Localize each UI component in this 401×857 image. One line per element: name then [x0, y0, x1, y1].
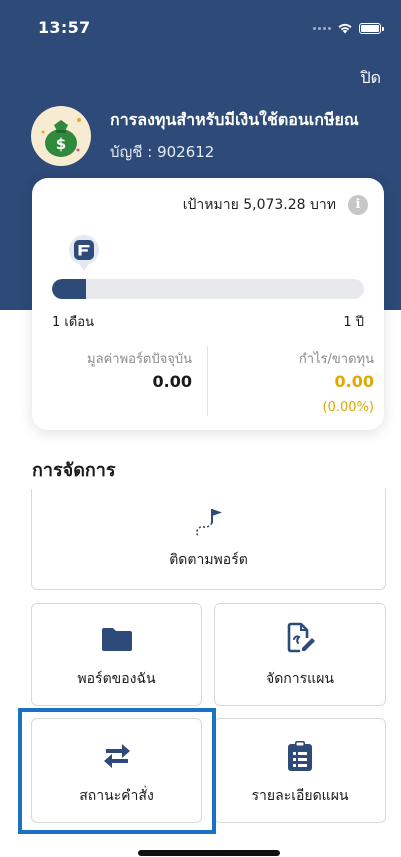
progress-start-label: 1 เดือน: [52, 315, 94, 330]
section-title: การจัดการ: [32, 460, 116, 481]
clipboard-list-icon: [288, 741, 312, 771]
profit-loss-value: 0.00: [334, 372, 374, 391]
folder-icon: [101, 628, 132, 651]
status-bar: 13:57: [0, 0, 401, 56]
home-indicator: [138, 850, 280, 856]
summary-card: เป้าหมาย 5,073.28 บาท i 1 เดือน 1 ปี มูล…: [32, 178, 384, 430]
progress-bar: [52, 279, 364, 299]
battery-icon: [359, 22, 384, 34]
manage-plan-button[interactable]: จัดการแผน: [214, 603, 386, 706]
plan-details-label: รายละเอียดแผน: [251, 788, 349, 804]
edit-document-icon: [287, 622, 315, 653]
profit-loss-percent: (0.00%): [322, 400, 374, 415]
progress-end-label: 1 ปี: [343, 315, 364, 330]
plan-avatar: $: [31, 106, 91, 166]
plan-details-button[interactable]: รายละเอียดแผน: [214, 718, 386, 823]
plan-title: การลงทุนสำหรับมีเงินใช้ตอนเกษียณ: [110, 110, 359, 129]
stat-divider: [207, 346, 208, 416]
my-portfolio-label: พอร์ตของฉัน: [77, 671, 156, 687]
svg-text:$: $: [56, 135, 66, 153]
target-row: เป้าหมาย 5,073.28 บาท i: [183, 194, 368, 216]
money-bag-icon: $: [41, 118, 81, 157]
signal-icon: [313, 26, 331, 30]
order-status-label: สถานะคำสั่ง: [79, 788, 154, 804]
account-number: บัญชี : 902612: [110, 143, 215, 161]
wifi-icon: [338, 23, 352, 34]
status-icons: [313, 22, 384, 34]
profit-loss-label: กำไร/ขาดทุน: [298, 352, 374, 367]
track-portfolio-button[interactable]: ติดตามพอร์ต: [31, 489, 386, 590]
current-value: 0.00: [152, 372, 192, 391]
order-status-button[interactable]: สถานะคำสั่ง: [31, 718, 202, 823]
track-portfolio-label: ติดตามพอร์ต: [169, 552, 248, 568]
progress-fill: [52, 279, 87, 299]
info-icon[interactable]: i: [348, 195, 368, 215]
swap-arrows-icon: [103, 744, 130, 768]
target-amount: เป้าหมาย 5,073.28 บาท: [182, 197, 336, 213]
my-portfolio-button[interactable]: พอร์ตของฉัน: [31, 603, 202, 706]
status-time: 13:57: [38, 18, 91, 37]
progress-marker-icon: [69, 235, 99, 271]
manage-plan-label: จัดการแผน: [266, 671, 334, 687]
close-link[interactable]: ปิด: [360, 66, 381, 91]
goal-path-icon: [195, 509, 222, 536]
current-value-label: มูลค่าพอร์ตปัจจุบัน: [87, 352, 192, 367]
